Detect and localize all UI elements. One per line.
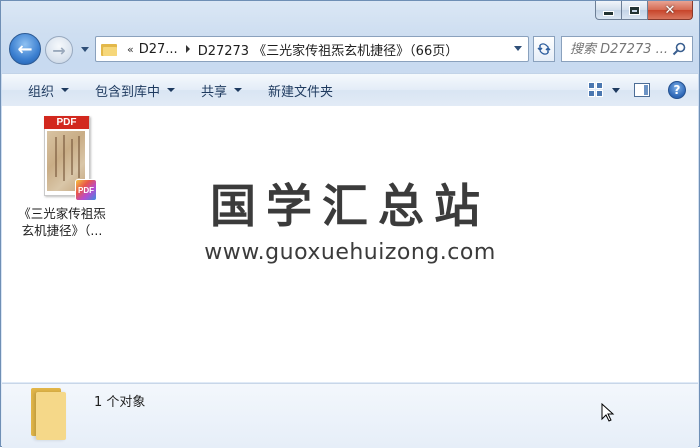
share-label: 共享 (201, 84, 228, 100)
breadcrumb-separator-icon[interactable] (185, 45, 190, 53)
chevron-down-icon (167, 88, 176, 92)
organize-menu[interactable]: 组织 (28, 81, 70, 100)
back-arrow-icon: ← (17, 38, 33, 60)
address-bar[interactable]: « D27... D27273 《三光家传祖炁玄机捷径》（66页） (95, 36, 529, 62)
watermark-title: 国学汇总站 (210, 179, 490, 233)
search-icon[interactable] (672, 42, 686, 56)
organize-label: 组织 (28, 84, 55, 100)
view-options-chevron-icon[interactable] (612, 87, 620, 93)
pdf-label: PDF (44, 116, 89, 129)
navigation-bar: ← → « D27... D27273 《三光家传祖炁玄机捷径》（66页） (9, 33, 693, 67)
details-pane: 1 个对象 (2, 383, 698, 448)
watermark-url: www.guoxuehuizong.com (204, 240, 496, 265)
breadcrumb-item-current[interactable]: D27273 《三光家传祖炁玄机捷径》（66页） (198, 40, 459, 59)
chevron-down-icon (81, 46, 89, 52)
close-icon: ✕ (664, 2, 676, 18)
file-list-pane[interactable]: PDF PDF 《三光家传祖炁 玄机捷径》（... 国学汇总站 www.guox… (2, 106, 698, 382)
caption-buttons: ✕ (595, 1, 693, 20)
forward-arrow-icon: → (52, 40, 66, 60)
minimize-icon (604, 11, 613, 15)
close-button[interactable]: ✕ (648, 1, 693, 20)
explorer-window: ✕ ← → « D27... D27273 《三光家传祖炁玄机捷径》（66页） (0, 0, 700, 448)
back-button[interactable]: ← (9, 33, 41, 65)
address-dropdown-button[interactable] (514, 46, 522, 51)
watermark: 国学汇总站 www.guoxuehuizong.com (2, 178, 698, 265)
help-icon[interactable]: ? (668, 81, 686, 99)
item-count: 1 个对象 (94, 395, 146, 410)
refresh-button[interactable] (533, 36, 555, 62)
change-view-icon[interactable] (588, 82, 604, 98)
include-in-library-label: 包含到库中 (95, 84, 161, 100)
new-folder-label: 新建文件夹 (268, 84, 334, 100)
search-input[interactable] (570, 41, 670, 57)
folder-icon (28, 388, 70, 440)
folder-icon (101, 43, 117, 56)
maximize-icon (630, 6, 639, 14)
chevron-down-icon (234, 88, 243, 92)
maximize-button[interactable] (622, 1, 648, 20)
command-bar: 组织 包含到库中 共享 新建文件夹 ? (2, 73, 698, 107)
recent-pages-button[interactable] (79, 42, 91, 56)
new-folder-button[interactable]: 新建文件夹 (268, 81, 333, 100)
mouse-cursor-icon (601, 403, 615, 422)
breadcrumb-item-parent[interactable]: D27... (139, 42, 178, 57)
share-menu[interactable]: 共享 (201, 81, 243, 100)
breadcrumb-overflow[interactable]: « (127, 43, 134, 56)
chevron-down-icon (514, 46, 522, 51)
include-in-library-menu[interactable]: 包含到库中 (95, 81, 176, 100)
chevron-down-icon (61, 88, 70, 92)
preview-pane-icon[interactable] (634, 83, 650, 97)
forward-button[interactable]: → (45, 36, 73, 64)
minimize-button[interactable] (595, 1, 622, 20)
view-controls: ? (588, 74, 698, 106)
refresh-icon (537, 43, 551, 55)
search-box[interactable] (561, 36, 693, 62)
